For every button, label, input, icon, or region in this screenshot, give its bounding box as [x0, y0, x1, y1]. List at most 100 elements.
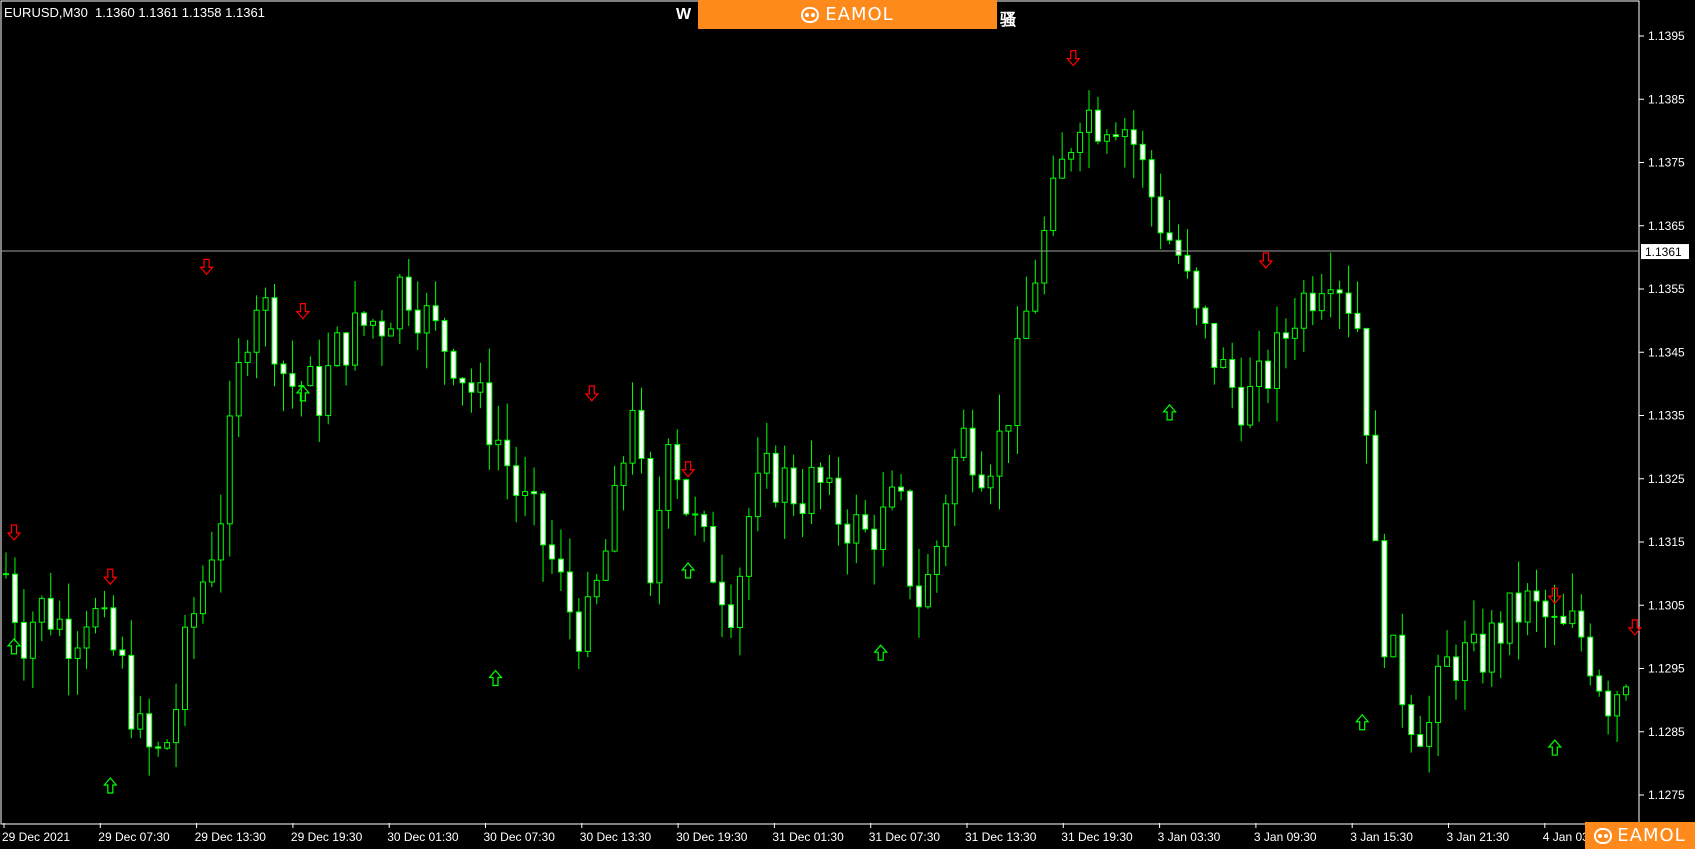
candle-body — [853, 514, 860, 544]
buy-arrow-icon — [1547, 739, 1563, 756]
candle-body — [369, 320, 376, 326]
y-tick-label: 1.1275 — [1648, 788, 1685, 802]
candle-body — [924, 573, 931, 608]
candle-body — [155, 746, 162, 749]
candle-body — [146, 713, 153, 748]
candle-body — [1354, 312, 1361, 329]
current-price-label: 1.1361 — [1645, 245, 1682, 259]
candle-body — [674, 444, 681, 481]
candle-body — [1103, 134, 1110, 142]
x-tick-label: 3 Jan 03:30 — [1158, 830, 1221, 844]
y-tick-label: 1.1335 — [1648, 409, 1685, 423]
buy-arrow-icon — [1354, 713, 1370, 731]
candle-body — [1452, 656, 1459, 682]
candle-body — [522, 491, 529, 497]
candle-body — [1193, 270, 1200, 309]
candle-body — [871, 528, 878, 551]
candle-body — [1211, 322, 1218, 369]
candle-body — [226, 415, 233, 525]
chart-title-right: 骚 — [1000, 12, 1017, 29]
candle-body — [450, 350, 457, 379]
robot-logo-icon — [1594, 827, 1613, 844]
plot-frame — [0, 0, 1640, 825]
candle-body — [164, 742, 171, 749]
candle-body — [1202, 307, 1209, 324]
candle-body — [808, 466, 815, 515]
candle-body — [1444, 656, 1451, 667]
candle-body — [548, 544, 555, 560]
y-tick-label: 1.1285 — [1648, 725, 1685, 739]
y-tick-label: 1.1325 — [1648, 472, 1685, 486]
candle-body — [1282, 332, 1289, 339]
sell-arrow-icon — [102, 568, 118, 586]
candle-body — [1336, 289, 1343, 294]
candle-body — [1157, 196, 1164, 234]
candle-body — [745, 516, 752, 577]
y-tick-label: 1.1385 — [1648, 92, 1685, 106]
sell-arrow-icon — [680, 461, 696, 478]
x-tick-label: 31 Dec 13:30 — [965, 830, 1037, 844]
candle-body — [477, 382, 484, 393]
candle-body — [352, 312, 359, 366]
candlestick-chart[interactable]: 1.1395 1.1385 1.1375 1.1365 1.1355 1.1345 1.13… — [0, 0, 1695, 849]
candle-body — [486, 382, 493, 446]
candle-body — [835, 477, 842, 525]
candle-body — [1273, 332, 1280, 389]
candle-body — [441, 320, 448, 352]
candle-body — [1569, 610, 1576, 625]
candle-body — [190, 613, 197, 628]
brand-watermark: EAMOL — [1585, 822, 1695, 849]
candle-body — [1148, 159, 1155, 198]
candle-body — [566, 571, 573, 613]
x-tick-label: 3 Jan 21:30 — [1447, 830, 1510, 844]
candle-body — [289, 373, 296, 387]
candle-body — [996, 430, 1003, 477]
candle-body — [56, 618, 63, 630]
robot-logo-icon — [801, 6, 820, 23]
chart-title-left: W — [676, 6, 692, 23]
candle-body — [1023, 310, 1030, 339]
candle-body — [1506, 592, 1513, 644]
candle-body — [1623, 686, 1630, 696]
candle-body — [880, 506, 887, 551]
y-tick-label: 1.1395 — [1648, 29, 1685, 43]
candle-body — [584, 596, 591, 652]
x-tick-label: 31 Dec 07:30 — [869, 830, 941, 844]
candle-body — [647, 458, 654, 584]
candle-body — [1390, 634, 1397, 658]
buy-arrow-icon — [102, 777, 118, 794]
candle-body — [1551, 615, 1558, 618]
candle-body — [307, 365, 314, 387]
candle-body — [1130, 129, 1137, 145]
candle-body — [969, 427, 976, 476]
candle-body — [199, 581, 206, 615]
candle-body — [540, 493, 547, 546]
candle-body — [38, 597, 45, 623]
candle-body — [1533, 590, 1540, 602]
candle-body — [575, 611, 582, 652]
candle-body — [790, 467, 797, 505]
candle-body — [951, 456, 958, 505]
candle-body — [593, 579, 600, 598]
candle-body — [1596, 675, 1603, 692]
sell-arrow-icon — [6, 524, 22, 541]
candle-body — [1300, 292, 1307, 329]
candle-body — [1112, 134, 1119, 138]
candle-body — [396, 276, 403, 330]
candle-body — [1488, 622, 1495, 673]
sell-arrow-icon — [1258, 252, 1274, 269]
candle-body — [208, 559, 215, 583]
candle-body — [1363, 327, 1370, 436]
candle-body — [29, 621, 36, 659]
candle-body — [933, 545, 940, 575]
candle-body — [432, 305, 439, 322]
candle-body — [47, 597, 54, 630]
candle-body — [3, 573, 9, 576]
candle-body — [531, 491, 538, 495]
candle-body — [244, 351, 251, 363]
candle-body — [1614, 694, 1621, 717]
candle-body — [74, 647, 81, 660]
candle-body — [92, 608, 99, 628]
candle-body — [378, 320, 385, 337]
candle-body — [217, 523, 224, 561]
